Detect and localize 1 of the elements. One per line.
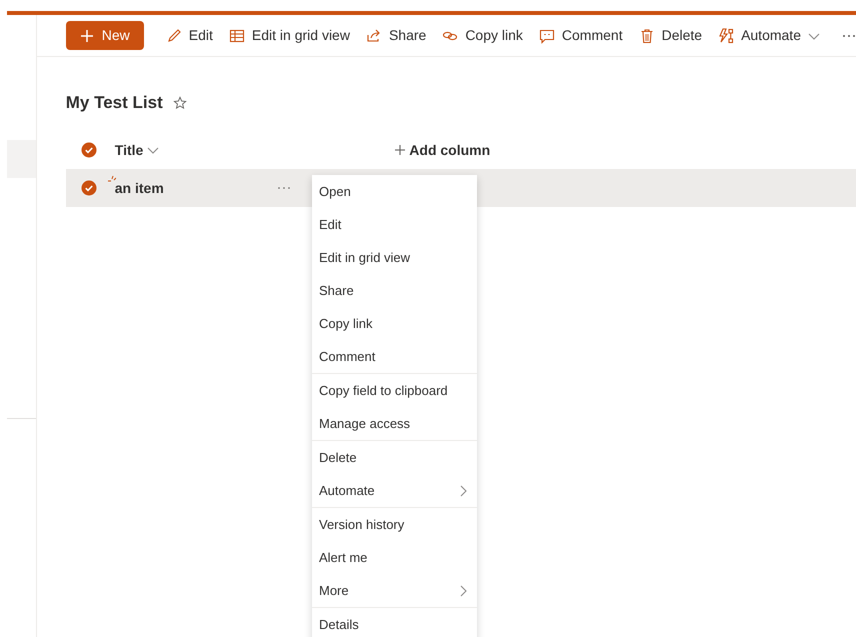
list-title: My Test List <box>66 92 163 114</box>
